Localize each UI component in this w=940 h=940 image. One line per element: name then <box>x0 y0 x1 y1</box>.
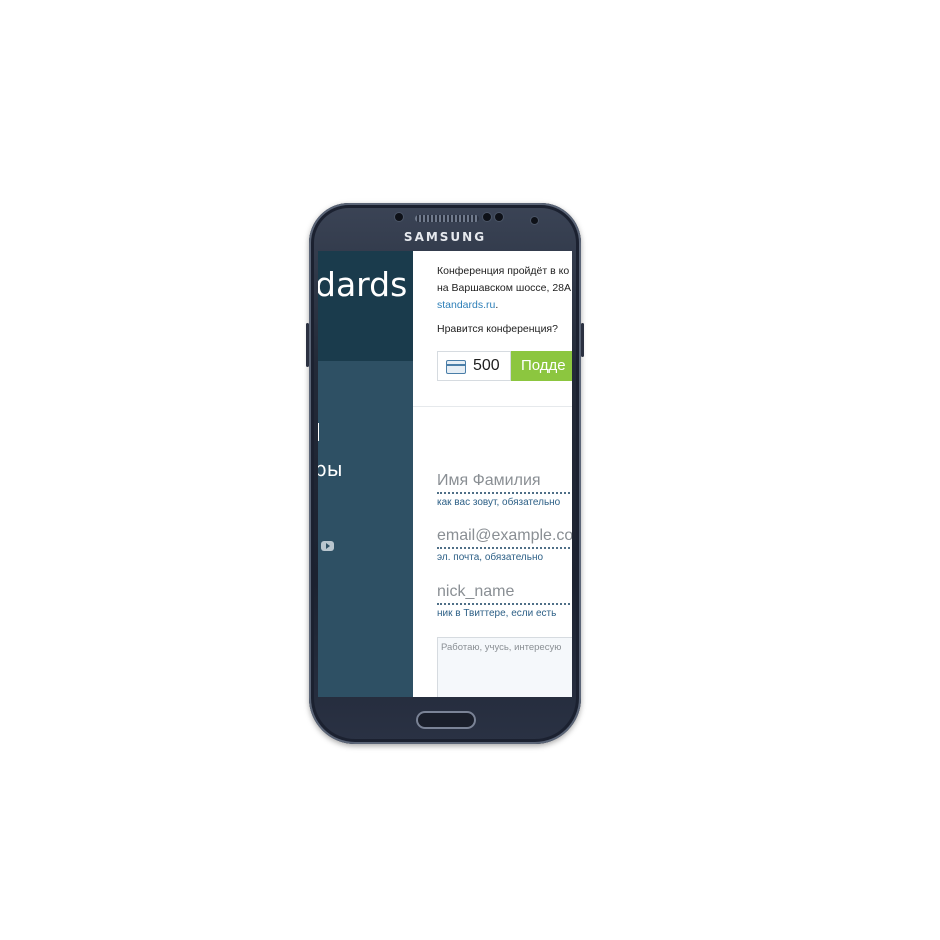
donation-amount-box[interactable]: 500 <box>437 351 511 381</box>
section-divider <box>413 406 572 407</box>
email-input-underline <box>437 547 572 549</box>
donation-amount: 500 <box>473 357 500 374</box>
site-link[interactable]: standards.ru <box>437 299 495 311</box>
sidebar-nav-item-fragment[interactable] <box>318 423 319 441</box>
site-logo[interactable]: dards <box>318 265 407 305</box>
device-brand-logo: SAMSUNG <box>403 230 487 244</box>
sensor-dot <box>483 213 491 221</box>
email-hint: эл. почта, обязательно <box>437 552 544 563</box>
sidebar-nav-item[interactable]: ры <box>318 457 343 481</box>
info-line: standards.ru. <box>437 297 572 314</box>
support-button[interactable]: Подде <box>511 351 572 381</box>
name-input[interactable]: Имя Фамилия <box>437 471 572 491</box>
main-content: Конференция пройдёт в ко на Варшавском ш… <box>413 251 572 697</box>
front-camera <box>531 217 538 224</box>
credit-card-icon <box>446 360 466 374</box>
email-field[interactable]: email@example.co эл. почта, обязательно <box>437 526 572 563</box>
twitter-input[interactable]: nick_name <box>437 582 572 602</box>
youtube-icon[interactable] <box>321 541 334 551</box>
sensor-dot <box>395 213 403 221</box>
power-button <box>306 323 309 367</box>
earpiece-speaker <box>415 215 479 222</box>
home-button[interactable] <box>416 711 476 729</box>
twitter-field[interactable]: nick_name ник в Твиттере, если есть <box>437 582 572 619</box>
conference-info-text: Конференция пройдёт в ко на Варшавском ш… <box>437 263 572 314</box>
info-line: Конференция пройдёт в ко <box>437 265 570 277</box>
volume-button <box>581 323 584 357</box>
name-input-underline <box>437 492 572 494</box>
info-line: на Варшавском шоссе, 28А <box>437 282 572 294</box>
email-input[interactable]: email@example.co <box>437 526 572 546</box>
info-punctuation: . <box>495 299 499 311</box>
about-textarea[interactable]: Работаю, учусь, интересую <box>437 637 572 697</box>
sensor-dot <box>495 213 503 221</box>
phone-screen: dards ры Конференция пройдёт в ко на Вар… <box>318 251 572 697</box>
twitter-hint: ник в Твиттере, если есть <box>437 608 557 619</box>
twitter-input-underline <box>437 603 572 605</box>
sidebar: dards ры <box>318 251 413 697</box>
sidebar-header: dards <box>318 251 413 361</box>
name-hint: как вас зовут, обязательно <box>437 497 561 508</box>
name-field[interactable]: Имя Фамилия как вас зовут, обязательно <box>437 471 572 508</box>
like-question: Нравится конференция? <box>437 323 558 335</box>
